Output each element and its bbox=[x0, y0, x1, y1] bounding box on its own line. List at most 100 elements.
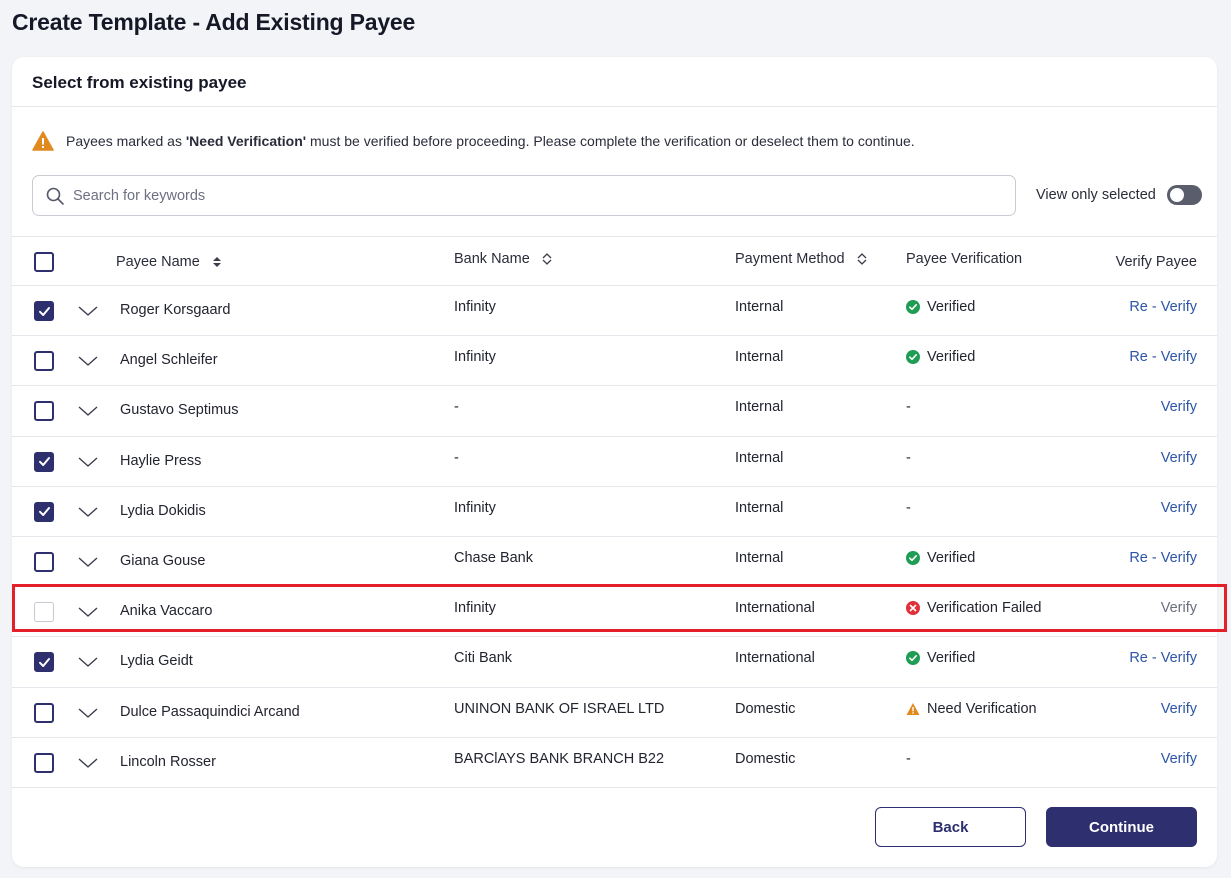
verification-status: Verified bbox=[927, 549, 976, 566]
checkmark-icon bbox=[38, 306, 50, 316]
row-checkbox[interactable] bbox=[34, 551, 54, 572]
payee-table: Payee Name Bank Name Payment Method Paye… bbox=[12, 236, 1217, 788]
verification-status: - bbox=[906, 499, 911, 516]
payment-method: Internal bbox=[735, 549, 784, 566]
payee-name: Dulce Passaquindici Arcand bbox=[120, 703, 300, 720]
payment-method: Internal bbox=[735, 299, 784, 315]
table-row: Lydia Geidt Citi Bank International Verifie… bbox=[12, 637, 1217, 688]
chevron-down-icon[interactable] bbox=[77, 555, 99, 569]
search-input[interactable] bbox=[73, 187, 1015, 204]
payee-name: Haylie Press bbox=[120, 452, 202, 469]
check-circle-icon bbox=[906, 550, 920, 565]
table-header: Payee Name Bank Name Payment Method Paye… bbox=[12, 236, 1217, 286]
verify-link[interactable]: Verify bbox=[1161, 600, 1197, 616]
chevron-down-icon[interactable] bbox=[77, 455, 99, 469]
notice-text: Payees marked as 'Need Verification' mus… bbox=[66, 133, 915, 149]
payee-selection-card: Select from existing payee Payees marked… bbox=[12, 57, 1217, 867]
row-checkbox[interactable] bbox=[34, 401, 54, 422]
payee-name: Lydia Dokidis bbox=[120, 502, 206, 519]
table-row: Gustavo Septimus - Internal - Verify bbox=[12, 386, 1217, 437]
row-checkbox bbox=[34, 602, 54, 623]
verify-link[interactable]: Verify bbox=[1161, 500, 1197, 516]
payment-method: International bbox=[735, 600, 815, 617]
bank-name: Infinity bbox=[454, 600, 496, 617]
verification-status: Verification Failed bbox=[927, 600, 1042, 617]
chevron-down-icon[interactable] bbox=[77, 304, 99, 318]
page-title: Create Template - Add Existing Payee bbox=[12, 9, 416, 35]
check-circle-icon bbox=[906, 300, 920, 314]
sort-icon[interactable] bbox=[210, 255, 224, 269]
chevron-down-icon[interactable] bbox=[77, 505, 99, 519]
warning-icon bbox=[906, 702, 920, 715]
notice-prefix: Payees marked as bbox=[66, 133, 186, 149]
bank-name: BARClAYS BANK BRANCH B22 bbox=[454, 750, 665, 767]
card-header: Select from existing payee bbox=[12, 57, 1217, 107]
chevron-down-icon[interactable] bbox=[77, 655, 99, 669]
verification-status: Verified bbox=[927, 650, 976, 667]
notice-suffix: must be verified before proceeding. Plea… bbox=[306, 133, 915, 149]
verification-status: - bbox=[906, 449, 911, 466]
checkmark-icon bbox=[38, 457, 50, 467]
row-checkbox[interactable] bbox=[34, 501, 54, 522]
row-checkbox[interactable] bbox=[34, 301, 54, 321]
table-row: Angel Schleifer Infinity Internal Verified R… bbox=[12, 336, 1217, 387]
chevron-down-icon[interactable] bbox=[77, 756, 99, 770]
check-circle-icon bbox=[906, 350, 920, 365]
table-row: Giana Gouse Chase Bank Internal Verified Re … bbox=[12, 537, 1217, 588]
verification-status: Verified bbox=[927, 299, 976, 315]
bank-name: Chase Bank bbox=[454, 549, 533, 566]
row-checkbox[interactable] bbox=[34, 752, 54, 773]
row-checkbox[interactable] bbox=[34, 451, 54, 472]
row-checkbox[interactable] bbox=[34, 652, 54, 673]
verify-link[interactable]: Verify bbox=[1161, 399, 1197, 415]
select-all-checkbox[interactable] bbox=[34, 252, 54, 272]
bank-name: Citi Bank bbox=[454, 650, 513, 667]
chevron-down-icon[interactable] bbox=[77, 605, 99, 619]
header-verify-payee: Verify Payee bbox=[1115, 254, 1197, 270]
payee-name: Lydia Geidt bbox=[120, 653, 193, 670]
sort-icon[interactable] bbox=[855, 252, 869, 266]
chevron-down-icon[interactable] bbox=[77, 404, 99, 418]
table-row: Lincoln Rosser BARClAYS BANK BRANCH B22 Do… bbox=[12, 738, 1217, 788]
warning-icon bbox=[32, 131, 54, 151]
table-row: Haylie Press - Internal - Verify bbox=[12, 437, 1217, 487]
view-only-selected: View only selected bbox=[1036, 185, 1202, 205]
view-only-toggle[interactable] bbox=[1166, 185, 1202, 205]
sort-icon[interactable] bbox=[540, 252, 554, 266]
continue-button[interactable]: Continue bbox=[1046, 807, 1197, 847]
verify-link[interactable]: Verify bbox=[1161, 701, 1197, 717]
bank-name: Infinity bbox=[454, 299, 496, 315]
row-checkbox[interactable] bbox=[34, 702, 54, 723]
verify-link[interactable]: Verify bbox=[1161, 450, 1197, 466]
verify-link[interactable]: Re - Verify bbox=[1129, 349, 1197, 365]
payee-name: Giana Gouse bbox=[120, 552, 206, 569]
verify-link[interactable]: Re - Verify bbox=[1129, 650, 1197, 666]
header-payment-method: Payment Method bbox=[735, 251, 845, 267]
verify-link[interactable]: Re - Verify bbox=[1129, 550, 1197, 566]
payment-method: Internal bbox=[735, 499, 784, 516]
payment-method: International bbox=[735, 650, 815, 667]
checkmark-icon bbox=[38, 657, 50, 667]
verify-link[interactable]: Verify bbox=[1161, 751, 1197, 767]
verification-status: - bbox=[906, 399, 911, 416]
bank-name: Infinity bbox=[454, 499, 496, 516]
table-row: Lydia Dokidis Infinity Internal - Verify bbox=[12, 487, 1217, 537]
row-checkbox[interactable] bbox=[34, 351, 54, 372]
bank-name: - bbox=[454, 399, 459, 416]
payment-method: Internal bbox=[735, 449, 784, 466]
verification-notice: Payees marked as 'Need Verification' mus… bbox=[32, 131, 915, 151]
chevron-down-icon[interactable] bbox=[77, 354, 99, 368]
checkmark-icon bbox=[38, 507, 50, 517]
header-payee-verification: Payee Verification bbox=[906, 251, 1023, 267]
payment-method: Internal bbox=[735, 399, 784, 416]
table-row: Dulce Passaquindici Arcand UNINON BANK OF… bbox=[12, 688, 1217, 738]
payee-name: Roger Korsgaard bbox=[120, 302, 231, 318]
chevron-down-icon[interactable] bbox=[77, 706, 99, 720]
payee-name: Gustavo Septimus bbox=[120, 402, 239, 419]
back-button[interactable]: Back bbox=[875, 807, 1026, 847]
error-circle-icon bbox=[906, 601, 920, 616]
verify-link[interactable]: Re - Verify bbox=[1129, 299, 1197, 315]
payee-name: Anika Vaccaro bbox=[120, 603, 213, 620]
table-row: Roger Korsgaard Infinity Internal Verified R… bbox=[12, 286, 1217, 337]
search-box[interactable] bbox=[32, 175, 1016, 216]
